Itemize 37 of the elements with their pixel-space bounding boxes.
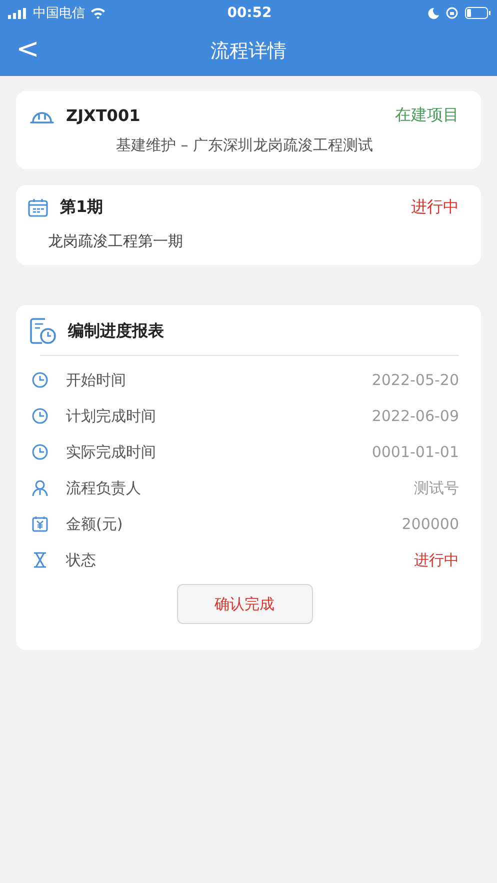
project-code: ZJXT001 xyxy=(66,106,140,125)
project-name: 基建维护 – 广东深圳龙岗疏浚工程测试 xyxy=(114,136,374,155)
person-icon xyxy=(32,480,48,496)
phase-status: 进行中 xyxy=(411,197,459,218)
field-value: 2022-06-09 xyxy=(372,407,459,425)
field-label: 开始时间 xyxy=(66,370,126,390)
wifi-icon xyxy=(90,7,106,19)
hourglass-icon xyxy=(32,552,48,568)
phase-name: 龙岗疏浚工程第一期 xyxy=(48,232,184,251)
rotation-lock-icon xyxy=(446,7,458,19)
field-label: 流程负责人 xyxy=(66,478,141,498)
battery-icon xyxy=(464,7,491,19)
page-title: 流程详情 xyxy=(210,39,286,64)
yen-icon xyxy=(32,516,48,532)
clock-icon xyxy=(32,372,48,388)
project-status: 在建项目 xyxy=(395,105,459,126)
back-button[interactable]: < xyxy=(12,34,44,64)
signal-icon xyxy=(8,8,28,18)
field-value: 2022-05-20 xyxy=(372,371,459,389)
field-label: 计划完成时间 xyxy=(66,406,156,426)
clock-icon xyxy=(32,408,48,424)
field-label: 金额(元) xyxy=(66,514,123,534)
calendar-icon xyxy=(28,198,48,218)
field-value: 进行中 xyxy=(414,550,459,570)
carrier-name: 中国电信 xyxy=(33,5,85,22)
clock-time: 00:52 xyxy=(227,5,272,21)
confirm-button[interactable]: 确认完成 xyxy=(176,584,312,624)
field-value: 200000 xyxy=(402,515,459,533)
field-label: 实际完成时间 xyxy=(66,442,156,462)
field-label: 状态 xyxy=(66,550,96,570)
report-title: 编制进度报表 xyxy=(68,320,164,342)
clock-icon xyxy=(32,444,48,460)
field-value: 0001-01-01 xyxy=(372,443,459,461)
report-clock-icon xyxy=(30,318,56,344)
phase-title: 第1期 xyxy=(60,197,104,218)
moon-icon xyxy=(428,8,439,18)
field-value: 测试号 xyxy=(414,478,459,498)
